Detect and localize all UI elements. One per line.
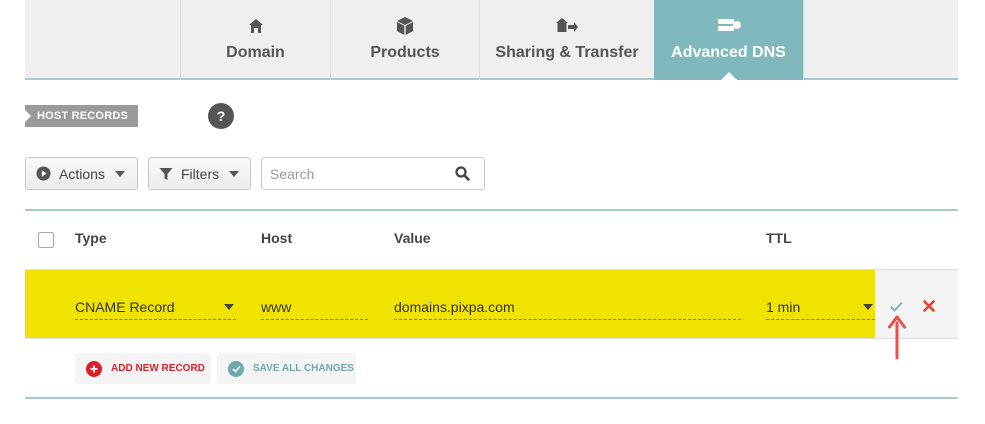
help-icon[interactable]: ?	[208, 103, 234, 129]
save-row-button[interactable]	[886, 296, 906, 316]
table-row: CNAME Record www domains.pixpa.com 1 min	[25, 269, 958, 339]
ttl-select[interactable]: 1 min	[766, 298, 875, 320]
chevron-down-icon	[114, 170, 125, 177]
save-all-changes-button[interactable]: SAVE ALL CHANGES	[217, 353, 356, 384]
add-new-record-label: ADD NEW RECORD	[111, 363, 205, 374]
tab-sharing-transfer[interactable]: Sharing & Transfer	[479, 0, 654, 80]
search-input[interactable]	[262, 158, 442, 189]
filters-label: Filters	[181, 165, 220, 182]
plus-circle-icon	[86, 360, 102, 377]
column-header-value: Value	[394, 230, 431, 246]
save-all-changes-label: SAVE ALL CHANGES	[253, 363, 354, 374]
search-box	[261, 157, 485, 190]
tab-bar: Domain Products Sharing & Transfer Advan…	[25, 0, 958, 81]
search-icon[interactable]	[455, 166, 470, 186]
tab-divider	[803, 0, 804, 80]
tab-products[interactable]: Products	[330, 0, 479, 80]
select-all-checkbox[interactable]	[38, 232, 54, 248]
type-select[interactable]: CNAME Record	[75, 298, 236, 320]
tab-label: Sharing & Transfer	[495, 44, 639, 61]
table-header: Type Host Value TTL	[25, 211, 958, 269]
tab-domain[interactable]: Domain	[180, 0, 330, 80]
host-value: www	[261, 299, 292, 315]
column-header-host: Host	[261, 230, 293, 246]
tab-label: Domain	[226, 44, 285, 61]
ttl-value: 1 min	[766, 299, 801, 315]
actions-label: Actions	[59, 165, 105, 182]
check-circle-icon	[228, 360, 244, 377]
column-header-type: Type	[75, 230, 107, 246]
share-transfer-icon	[555, 15, 579, 37]
chevron-down-icon	[863, 304, 873, 310]
close-icon	[923, 300, 935, 312]
table-bottom-border	[25, 397, 958, 399]
filters-dropdown[interactable]: Filters	[148, 157, 251, 190]
tab-label: Advanced DNS	[671, 44, 786, 61]
filter-icon	[159, 167, 173, 181]
arrow-up-icon	[888, 315, 906, 360]
chevron-down-icon	[224, 304, 234, 310]
actions-dropdown[interactable]: Actions	[25, 157, 138, 190]
cancel-row-button[interactable]	[919, 296, 939, 316]
type-value: CNAME Record	[75, 299, 175, 315]
value-input[interactable]: domains.pixpa.com	[394, 298, 741, 320]
add-new-record-button[interactable]: ADD NEW RECORD	[75, 353, 211, 384]
server-icon	[716, 15, 742, 37]
chevron-down-icon	[229, 170, 240, 177]
tab-label: Products	[370, 44, 440, 61]
home-icon	[248, 15, 264, 37]
host-input[interactable]: www	[261, 298, 368, 320]
host-records-label: HOST RECORDS	[25, 105, 139, 127]
box-icon	[395, 15, 415, 37]
column-header-ttl: TTL	[766, 230, 792, 246]
tab-advanced-dns[interactable]: Advanced DNS	[654, 0, 803, 81]
value-value: domains.pixpa.com	[394, 299, 515, 315]
play-circle-icon	[36, 166, 51, 181]
checkmark-icon	[889, 301, 903, 312]
